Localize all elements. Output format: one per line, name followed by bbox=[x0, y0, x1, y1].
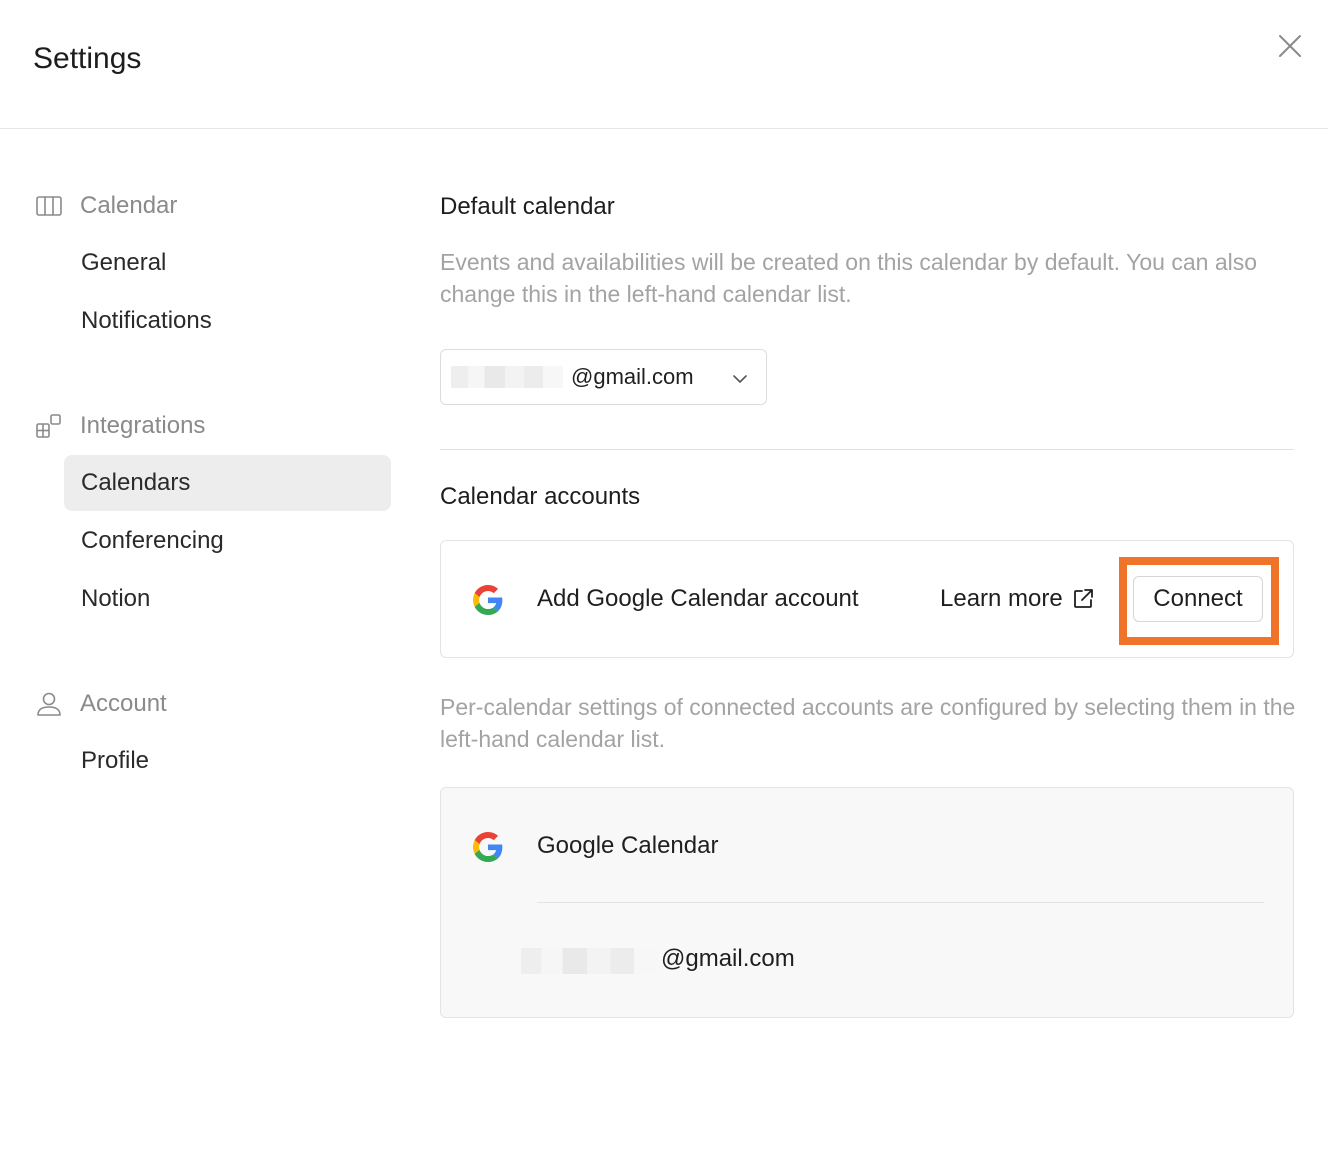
person-icon bbox=[34, 689, 64, 719]
settings-header: Settings bbox=[0, 0, 1328, 129]
sidebar-item-label: Calendars bbox=[81, 469, 191, 496]
sidebar-item-profile[interactable]: Profile bbox=[64, 733, 391, 789]
default-calendar-heading: Default calendar bbox=[440, 193, 615, 220]
sidebar-item-label: Profile bbox=[81, 747, 150, 774]
redacted-email-blur bbox=[521, 948, 659, 974]
connected-accounts-panel: Google Calendar @gmail.com bbox=[440, 787, 1294, 1018]
sidebar-item-label: General bbox=[81, 249, 167, 276]
sidebar-section-account: Account bbox=[34, 689, 167, 719]
sidebar-item-label: Conferencing bbox=[81, 527, 224, 554]
external-link-icon bbox=[1071, 587, 1095, 611]
sidebar-item-notion[interactable]: Notion bbox=[64, 571, 391, 627]
selected-calendar-email: @gmail.com bbox=[571, 364, 694, 389]
default-calendar-description: Events and availabilities will be create… bbox=[440, 249, 1258, 307]
google-icon bbox=[473, 585, 503, 615]
chevron-down-icon bbox=[729, 368, 751, 390]
google-calendar-provider-label: Google Calendar bbox=[537, 832, 719, 859]
sidebar-item-label: Notion bbox=[81, 585, 151, 612]
add-account-card: Add Google Calendar account Learn more C… bbox=[440, 540, 1294, 658]
learn-more-label: Learn more bbox=[940, 585, 1063, 612]
calendar-columns-icon bbox=[34, 191, 64, 221]
add-google-calendar-label: Add Google Calendar account bbox=[537, 585, 859, 612]
integrations-grid-icon bbox=[34, 411, 64, 441]
sidebar-section-label: Calendar bbox=[80, 192, 178, 219]
sidebar-item-conferencing[interactable]: Conferencing bbox=[64, 513, 391, 569]
section-divider bbox=[440, 449, 1294, 450]
sidebar-item-notifications[interactable]: Notifications bbox=[64, 293, 391, 349]
account-separator bbox=[537, 902, 1264, 903]
learn-more-link[interactable]: Learn more bbox=[940, 585, 1095, 613]
sidebar-item-label: Notifications bbox=[81, 307, 212, 334]
sidebar-section-label: Account bbox=[80, 690, 167, 717]
redacted-email-blur bbox=[451, 366, 563, 388]
google-icon bbox=[473, 832, 503, 862]
sidebar-item-calendars[interactable]: Calendars bbox=[64, 455, 391, 511]
per-calendar-settings-note: Per-calendar settings of connected accou… bbox=[440, 694, 1296, 752]
page-title: Settings bbox=[33, 42, 142, 75]
calendar-accounts-heading: Calendar accounts bbox=[440, 483, 641, 510]
close-icon[interactable] bbox=[1272, 28, 1308, 64]
default-calendar-select[interactable]: @gmail.com bbox=[440, 349, 767, 405]
sidebar-item-general[interactable]: General bbox=[64, 235, 391, 291]
sidebar-section-label: Integrations bbox=[80, 412, 206, 439]
sidebar-section-integrations: Integrations bbox=[34, 411, 205, 441]
connect-button[interactable]: Connect bbox=[1133, 576, 1263, 622]
sidebar-section-calendar: Calendar bbox=[34, 191, 177, 221]
connected-account-email[interactable]: @gmail.com bbox=[661, 945, 795, 973]
